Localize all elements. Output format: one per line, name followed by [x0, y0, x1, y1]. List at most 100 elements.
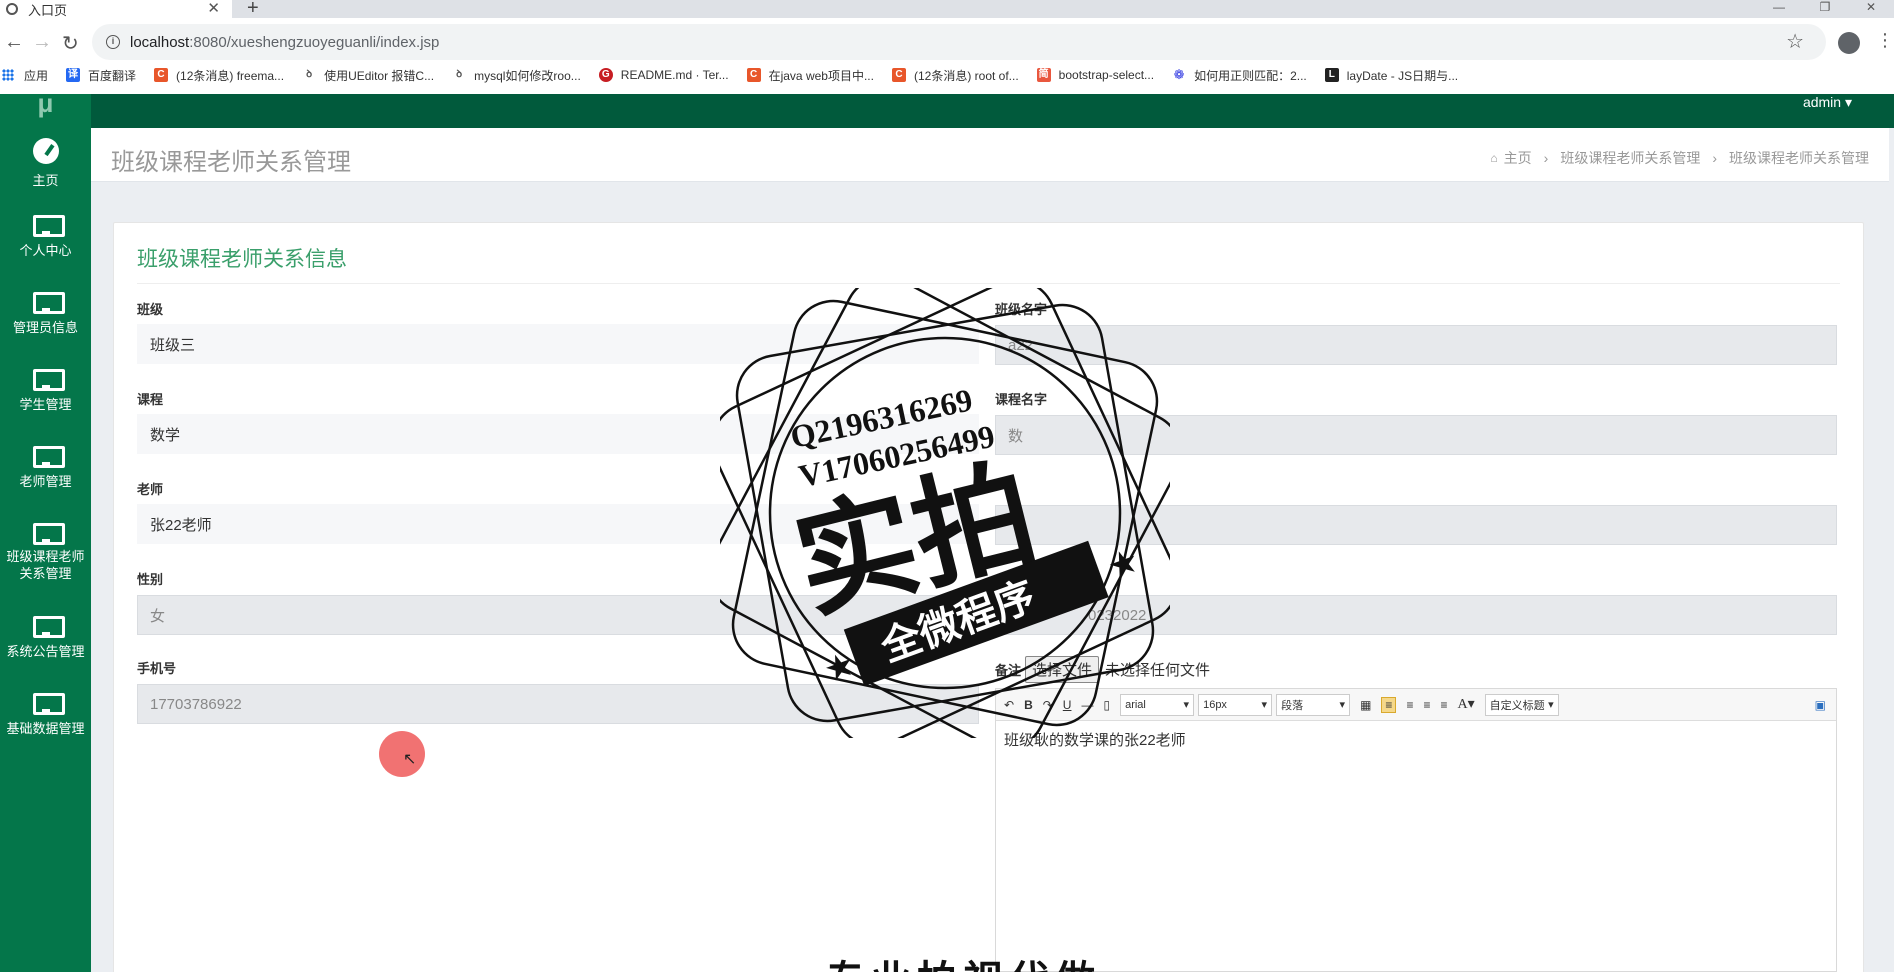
- fullscreen-icon[interactable]: ▣: [1815, 698, 1826, 712]
- sidebar-item-label: 主页: [32, 173, 59, 188]
- csdn-icon: C: [891, 68, 906, 82]
- align-justify-icon[interactable]: ≡: [1440, 698, 1447, 712]
- csdn-icon: C: [154, 68, 169, 82]
- sidebar-item-class-course-teacher[interactable]: 班级课程老师 关系管理: [0, 523, 91, 615]
- font-color-icon[interactable]: A▾: [1457, 696, 1474, 713]
- panel-divider: [137, 283, 1840, 284]
- admin-user-menu[interactable]: admin ▾: [1803, 94, 1852, 111]
- new-tab-button[interactable]: +: [247, 0, 259, 20]
- watermark-bottom-text: 专业拍视代做: [825, 948, 1101, 972]
- url-bar[interactable]: i localhost:8080/xueshengzuoyeguanli/ind…: [92, 24, 1826, 60]
- app-logo: μ: [37, 94, 54, 118]
- sidebar-item-label: 系统公告管理: [6, 644, 85, 659]
- bookmark-item[interactable]: C (12条消息) freema...: [154, 67, 284, 84]
- bookmark-item[interactable]: C 在java web项目中...: [746, 67, 874, 84]
- bookmark-item[interactable]: LlayDate - JS日期与...: [1324, 67, 1458, 84]
- bookmark-item[interactable]: ꝺ mysql如何修改roo...: [452, 67, 581, 84]
- teacher-label: 老师: [137, 482, 164, 497]
- gender-field[interactable]: 女: [137, 595, 979, 635]
- table-icon[interactable]: ▦: [1360, 698, 1371, 712]
- sidebar-item-teachers[interactable]: 老师管理: [0, 446, 91, 523]
- bookmark-item[interactable]: ꝺ 使用UEditor 报错C...: [302, 67, 434, 84]
- chevron-right-icon: ›: [1543, 150, 1549, 166]
- dropdown-arrow-icon: ▾: [1339, 699, 1346, 711]
- course-name-field[interactable]: 数: [995, 415, 1837, 455]
- globe-icon: [6, 3, 18, 15]
- align-right-icon[interactable]: ≡: [1406, 698, 1413, 712]
- address-bar-row: ← → ↻ i localhost:8080/xueshengzuoyeguan…: [0, 18, 1894, 68]
- course-label: 课程: [137, 392, 164, 407]
- window-controls: — ❐ ✕: [1756, 0, 1894, 18]
- teacher-select[interactable]: 张22老师: [137, 504, 979, 544]
- course-name-label: 课程名字: [995, 392, 1048, 407]
- page-icon[interactable]: ▯: [1103, 698, 1110, 712]
- site-icon: ꝺ: [456, 69, 463, 80]
- horizontal-rule-icon[interactable]: —: [1081, 698, 1093, 712]
- font-size-select[interactable]: 16px ▾: [1198, 693, 1273, 716]
- bold-icon[interactable]: B: [1024, 698, 1033, 712]
- sidebar-item-profile[interactable]: 个人中心: [0, 215, 91, 292]
- page-title: 班级课程老师关系管理: [111, 149, 351, 176]
- profile-avatar-icon[interactable]: [1838, 32, 1860, 54]
- top-navbar: admin ▾: [91, 94, 1894, 128]
- redo-icon[interactable]: ↷: [1043, 698, 1053, 712]
- sidebar-item-label: 老师管理: [19, 474, 72, 489]
- paragraph-select[interactable]: 段落 ▾: [1276, 693, 1351, 716]
- id-number-field[interactable]: 0232022: [995, 595, 1837, 635]
- csdn-icon: C: [746, 68, 761, 82]
- id-number-value: 0232022: [1088, 606, 1147, 624]
- breadcrumb-section[interactable]: 班级课程老师关系管理: [1560, 148, 1700, 168]
- id-number-label: 身份证: [995, 572, 1035, 587]
- bookmark-star-icon[interactable]: ☆: [1786, 29, 1804, 54]
- phone-label: 手机号: [137, 661, 177, 676]
- undo-icon[interactable]: ↶: [1004, 698, 1014, 712]
- close-tab-icon[interactable]: ✕: [207, 0, 220, 17]
- url-path: :8080/xueshengzuoyeguanli/index.jsp: [189, 33, 440, 51]
- sidebar-item-students[interactable]: 学生管理: [0, 369, 91, 446]
- browser-tab[interactable]: 入口页 ✕: [0, 0, 232, 18]
- breadcrumb-home[interactable]: 主页: [1504, 148, 1532, 168]
- sidebar-item-label: 基础数据管理: [6, 721, 85, 736]
- sidebar-item-label-line1: 班级课程老师: [6, 549, 85, 564]
- file-status: 未选择任何文件: [1105, 662, 1211, 679]
- bookmark-item[interactable]: 译百度翻译: [66, 67, 136, 84]
- align-left-icon[interactable]: ≡: [1381, 696, 1397, 713]
- forward-arrow-icon[interactable]: →: [32, 31, 52, 54]
- remark-file-row: 备注 选择文件 未选择任何文件: [995, 656, 1210, 683]
- underline-icon[interactable]: U: [1063, 698, 1072, 712]
- class-name-field[interactable]: a22: [995, 325, 1837, 365]
- sidebar-item-home[interactable]: 主页: [0, 138, 91, 215]
- custom-title-select[interactable]: 自定义标题 ▾: [1484, 693, 1559, 716]
- restore-icon[interactable]: ❐: [1802, 0, 1848, 18]
- monitor-icon: [32, 693, 65, 715]
- course-select[interactable]: 数学: [137, 414, 979, 454]
- bookmark-item[interactable]: ❁ 如何用正则匹配：2...: [1172, 67, 1307, 84]
- monitor-icon: [32, 446, 65, 468]
- teacher-name-field[interactable]: [995, 505, 1837, 545]
- phone-field[interactable]: 17703786922: [137, 684, 979, 724]
- dashboard-icon: [32, 138, 59, 164]
- editor-content[interactable]: 班级耿的数学课的张22老师: [996, 721, 1836, 758]
- monitor-icon: [32, 616, 65, 638]
- site-info-icon[interactable]: i: [106, 35, 120, 49]
- bookmark-item[interactable]: G README.md · Ter...: [598, 68, 729, 82]
- align-center-icon[interactable]: ≡: [1423, 698, 1430, 712]
- dropdown-arrow-icon: ▾: [1183, 699, 1190, 711]
- sidebar-item-base-data[interactable]: 基础数据管理: [0, 693, 91, 770]
- sidebar-item-announcements[interactable]: 系统公告管理: [0, 616, 91, 693]
- page-header: 班级课程老师关系管理 ⌂ 主页 › 班级课程老师关系管理 › 班级课程老师关系管…: [91, 128, 1889, 182]
- back-arrow-icon[interactable]: ←: [4, 31, 24, 54]
- bookmark-apps[interactable]: 应用: [0, 67, 48, 84]
- site-icon: ꝺ: [306, 69, 313, 80]
- font-family-select[interactable]: arial ▾: [1120, 693, 1195, 716]
- browser-menu-icon[interactable]: ⋮: [1876, 30, 1894, 51]
- minimize-icon[interactable]: —: [1756, 0, 1802, 18]
- bookmark-item[interactable]: 简 bootstrap-select...: [1036, 68, 1154, 82]
- choose-file-button[interactable]: 选择文件: [1025, 656, 1100, 683]
- reload-icon[interactable]: ↻: [62, 31, 79, 56]
- close-window-icon[interactable]: ✕: [1848, 0, 1894, 18]
- sidebar-item-admins[interactable]: 管理员信息: [0, 292, 91, 369]
- class-select[interactable]: 班级三: [137, 324, 979, 364]
- browser-tab-strip: 入口页 ✕ + — ❐ ✕: [0, 0, 1894, 20]
- bookmark-item[interactable]: C (12条消息) root of...: [891, 67, 1019, 84]
